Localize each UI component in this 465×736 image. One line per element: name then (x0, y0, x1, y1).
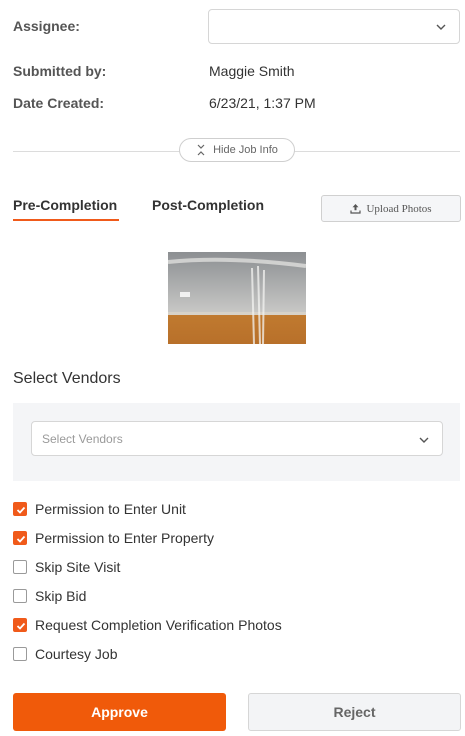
hide-job-info-button[interactable]: Hide Job Info (179, 138, 295, 162)
job-photo-thumbnail[interactable] (168, 252, 306, 344)
checkbox-checked[interactable] (13, 618, 27, 632)
hide-job-info-label: Hide Job Info (213, 144, 278, 156)
vendor-panel: Select Vendors (13, 403, 460, 481)
reject-button[interactable]: Reject (248, 693, 461, 731)
checkbox-checked[interactable] (13, 531, 27, 545)
option-skip-bid[interactable]: Skip Bid (13, 588, 86, 604)
upload-icon (350, 204, 362, 214)
assignee-select[interactable] (208, 9, 460, 44)
option-label: Permission to Enter Unit (35, 501, 186, 517)
assignee-label: Assignee: (13, 18, 80, 34)
check-icon (16, 506, 26, 514)
option-label: Request Completion Verification Photos (35, 617, 282, 633)
option-courtesy-job[interactable]: Courtesy Job (13, 646, 117, 662)
select-vendors-title: Select Vendors (13, 370, 121, 387)
submitted-by-label: Submitted by: (13, 63, 107, 79)
checkbox-unchecked[interactable] (13, 589, 27, 603)
tab-post-completion[interactable]: Post-Completion (152, 197, 264, 213)
option-permission-enter-unit[interactable]: Permission to Enter Unit (13, 501, 186, 517)
submitted-by-value: Maggie Smith (209, 63, 295, 79)
approve-button[interactable]: Approve (13, 693, 226, 731)
active-tab-indicator (13, 219, 119, 221)
option-label: Permission to Enter Property (35, 530, 214, 546)
photo-image (168, 252, 306, 344)
option-label: Courtesy Job (35, 646, 118, 662)
option-request-completion-photos[interactable]: Request Completion Verification Photos (13, 617, 282, 633)
option-skip-site-visit[interactable]: Skip Site Visit (13, 559, 120, 575)
check-icon (16, 535, 26, 543)
tab-pre-completion[interactable]: Pre-Completion (13, 197, 117, 213)
upload-photos-button[interactable]: Upload Photos (321, 195, 461, 222)
vendor-select[interactable]: Select Vendors (31, 421, 443, 456)
checkbox-unchecked[interactable] (13, 560, 27, 574)
chevron-down-icon (419, 437, 429, 443)
date-created-label: Date Created: (13, 95, 105, 111)
check-icon (16, 622, 26, 630)
vendor-select-placeholder: Select Vendors (42, 432, 123, 446)
checkbox-checked[interactable] (13, 502, 27, 516)
collapse-icon (197, 144, 205, 156)
chevron-down-icon (436, 24, 446, 30)
date-created-value: 6/23/21, 1:37 PM (209, 95, 316, 111)
option-label: Skip Site Visit (35, 559, 121, 575)
option-label: Skip Bid (35, 588, 87, 604)
option-permission-enter-property[interactable]: Permission to Enter Property (13, 530, 214, 546)
upload-photos-label: Upload Photos (366, 202, 432, 215)
checkbox-unchecked[interactable] (13, 647, 27, 661)
